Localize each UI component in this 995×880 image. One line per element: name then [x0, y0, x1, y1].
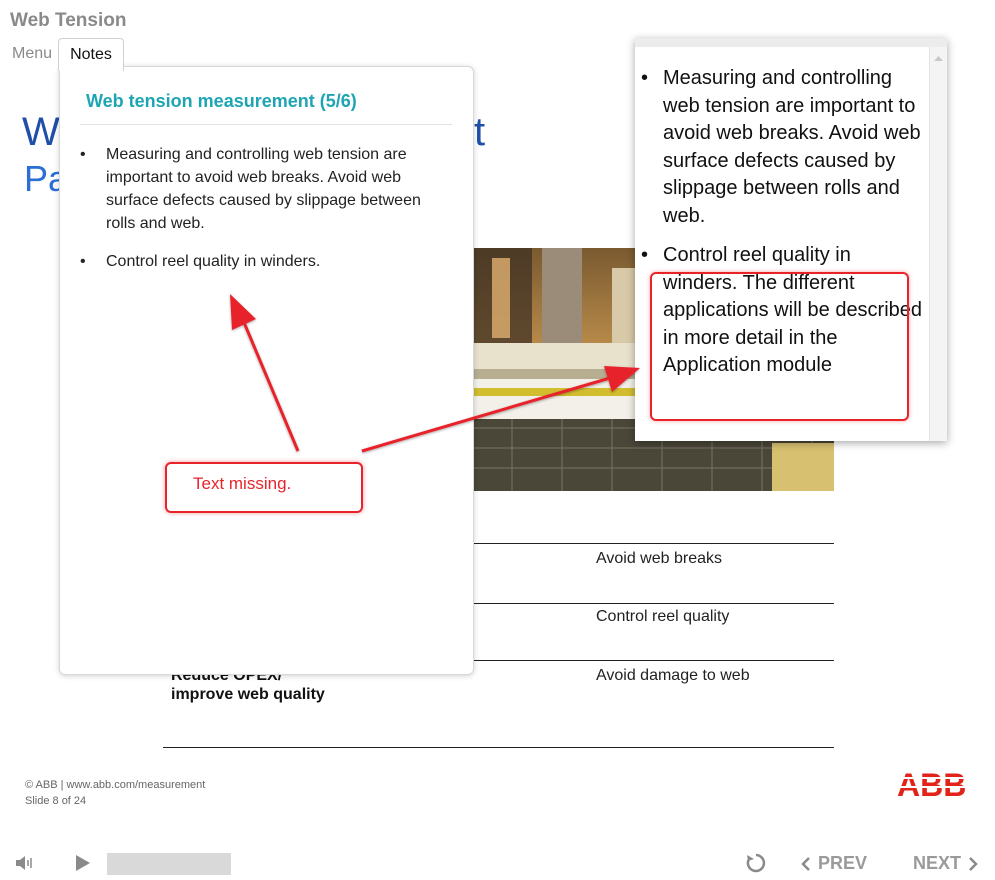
notes-panel: Web tension measurement (5/6) • Measuring… [59, 66, 474, 675]
missing-text-highlight [650, 272, 909, 421]
table-divider [472, 660, 834, 661]
bullet-icon: • [80, 253, 86, 270]
table-divider [472, 543, 834, 544]
volume-icon[interactable] [14, 853, 36, 878]
zoom-list-item: • Measuring and controlling web tension a… [641, 65, 923, 230]
slide-title-partial-right: t [474, 110, 486, 154]
next-button[interactable]: NEXT [913, 853, 979, 874]
notes-divider [80, 124, 452, 125]
table-divider [163, 747, 834, 748]
bullet-icon: • [641, 67, 649, 89]
table-divider [472, 603, 834, 604]
replay-icon[interactable] [745, 852, 767, 879]
table-cell: Avoid damage to web [596, 667, 750, 684]
notes-list-item: • Control reel quality in winders. [80, 250, 440, 273]
notes-title: Web tension measurement (5/6) [86, 91, 357, 111]
notes-item-text: Measuring and controlling web tension ar… [106, 146, 421, 232]
slide-footer: © ABB | www.abb.com/measurement Slide 8 … [25, 777, 205, 809]
zoom-scrollbar[interactable] [929, 47, 947, 441]
zoom-panel-topbar [635, 38, 947, 47]
footer-copyright: © ABB | www.abb.com/measurement [25, 779, 206, 791]
bullet-icon: • [80, 146, 86, 163]
notes-item-text: Control reel quality in winders. [106, 253, 321, 270]
slide-title-partial-left: W [22, 110, 60, 154]
tab-menu[interactable]: Menu [12, 45, 52, 63]
tab-notes[interactable]: Notes [58, 38, 124, 71]
abb-logo: ABB [897, 767, 973, 805]
prev-label: PREV [818, 853, 868, 873]
slide-counter: Slide 8 of 24 [25, 795, 87, 807]
notes-list: • Measuring and controlling web tension a… [80, 143, 440, 288]
chevron-right-icon [969, 856, 978, 871]
scroll-up-icon[interactable] [930, 47, 947, 67]
annotation-callout: Text missing. [165, 462, 363, 513]
bullet-icon: • [641, 244, 649, 266]
prev-button[interactable]: PREV [800, 853, 867, 874]
next-label: NEXT [913, 853, 962, 873]
table-cell: Control reel quality [596, 608, 730, 625]
annotation-callout-text: Text missing. [193, 474, 292, 493]
app-title: Web Tension [10, 10, 127, 31]
zoom-item-text: Measuring and controlling web tension ar… [663, 67, 921, 227]
notes-list-item: • Measuring and controlling web tension a… [80, 143, 440, 235]
table-cell: Avoid web breaks [596, 550, 722, 567]
seek-bar[interactable] [107, 853, 231, 875]
abb-logo-text: ABB [897, 768, 966, 800]
play-icon[interactable] [74, 853, 92, 878]
table-category-line2: improve web quality [171, 686, 325, 703]
chevron-left-icon [801, 856, 810, 871]
